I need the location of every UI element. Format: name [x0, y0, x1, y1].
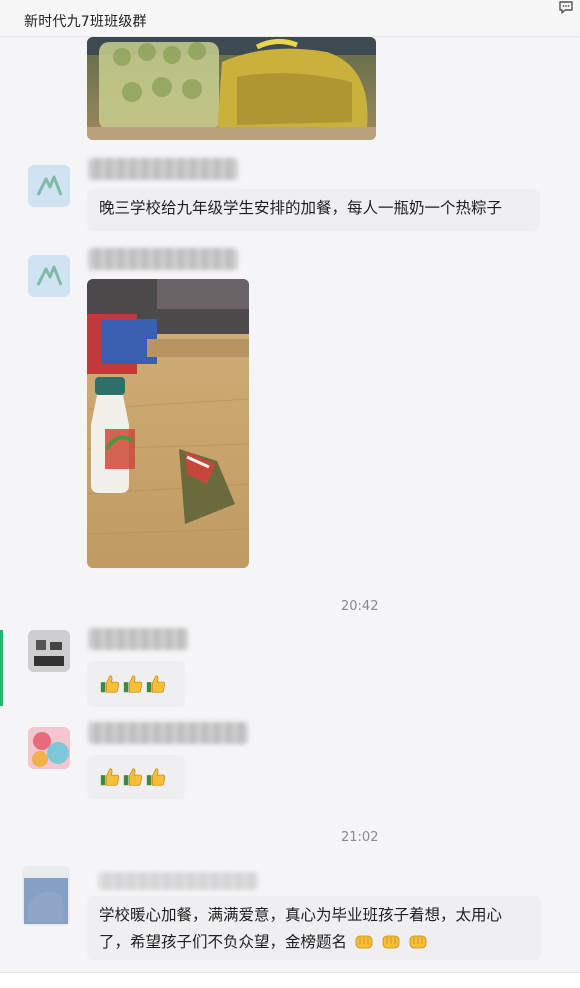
message-text-line: 学校暖心加餐，满满爱意，真心为毕业班孩子着想，太用心 — [99, 906, 503, 924]
group-title: 新时代九7班班级群 — [24, 14, 147, 30]
avatar[interactable] — [28, 727, 70, 769]
thumbs-up-icon — [122, 766, 144, 788]
emoji-message-bubble[interactable] — [87, 661, 185, 707]
selection-indicator — [0, 630, 3, 706]
thumbs-up-icon — [122, 673, 144, 695]
sender-name-blurred — [88, 248, 238, 270]
avatar[interactable] — [28, 255, 70, 297]
message-input-area[interactable] — [0, 972, 580, 988]
chat-header: 新时代九7班班级群 — [0, 0, 580, 37]
avatar[interactable] — [28, 165, 70, 207]
sender-name-blurred — [88, 722, 248, 744]
message-text-bubble[interactable]: 学校暖心加餐，满满爱意，真心为毕业班孩子着想，太用心 了，希望孩子们不负众望，金… — [87, 896, 541, 960]
thumbs-up-icon — [145, 673, 167, 695]
message-image[interactable] — [87, 37, 376, 140]
timestamp: 20:42 — [341, 599, 379, 614]
message-text: 晚三学校给九年级学生安排的加餐，每人一瓶奶一个热粽子 — [99, 199, 503, 217]
chat-bubble-icon[interactable] — [558, 0, 574, 16]
thumbs-up-icon — [99, 673, 121, 695]
avatar[interactable] — [28, 630, 70, 672]
fist-bump-icon — [354, 931, 374, 951]
timestamp: 21:02 — [341, 830, 379, 845]
message-text-line: 了，希望孩子们不负众望，金榜题名 — [99, 933, 348, 951]
fist-bump-icon — [381, 931, 401, 951]
avatar[interactable] — [22, 866, 70, 926]
emoji-message-bubble[interactable] — [87, 755, 185, 799]
message-text-bubble[interactable]: 晚三学校给九年级学生安排的加餐，每人一瓶奶一个热粽子 — [87, 189, 540, 231]
fist-bump-icon — [408, 931, 428, 951]
sender-name-blurred — [88, 158, 238, 180]
message-text-line-2: 了，希望孩子们不负众望，金榜题名 — [99, 929, 529, 956]
sender-name-blurred — [98, 872, 258, 890]
sender-name-blurred — [88, 628, 188, 650]
thumbs-up-icon — [145, 766, 167, 788]
thumbs-up-icon — [99, 766, 121, 788]
message-image[interactable] — [87, 279, 249, 568]
